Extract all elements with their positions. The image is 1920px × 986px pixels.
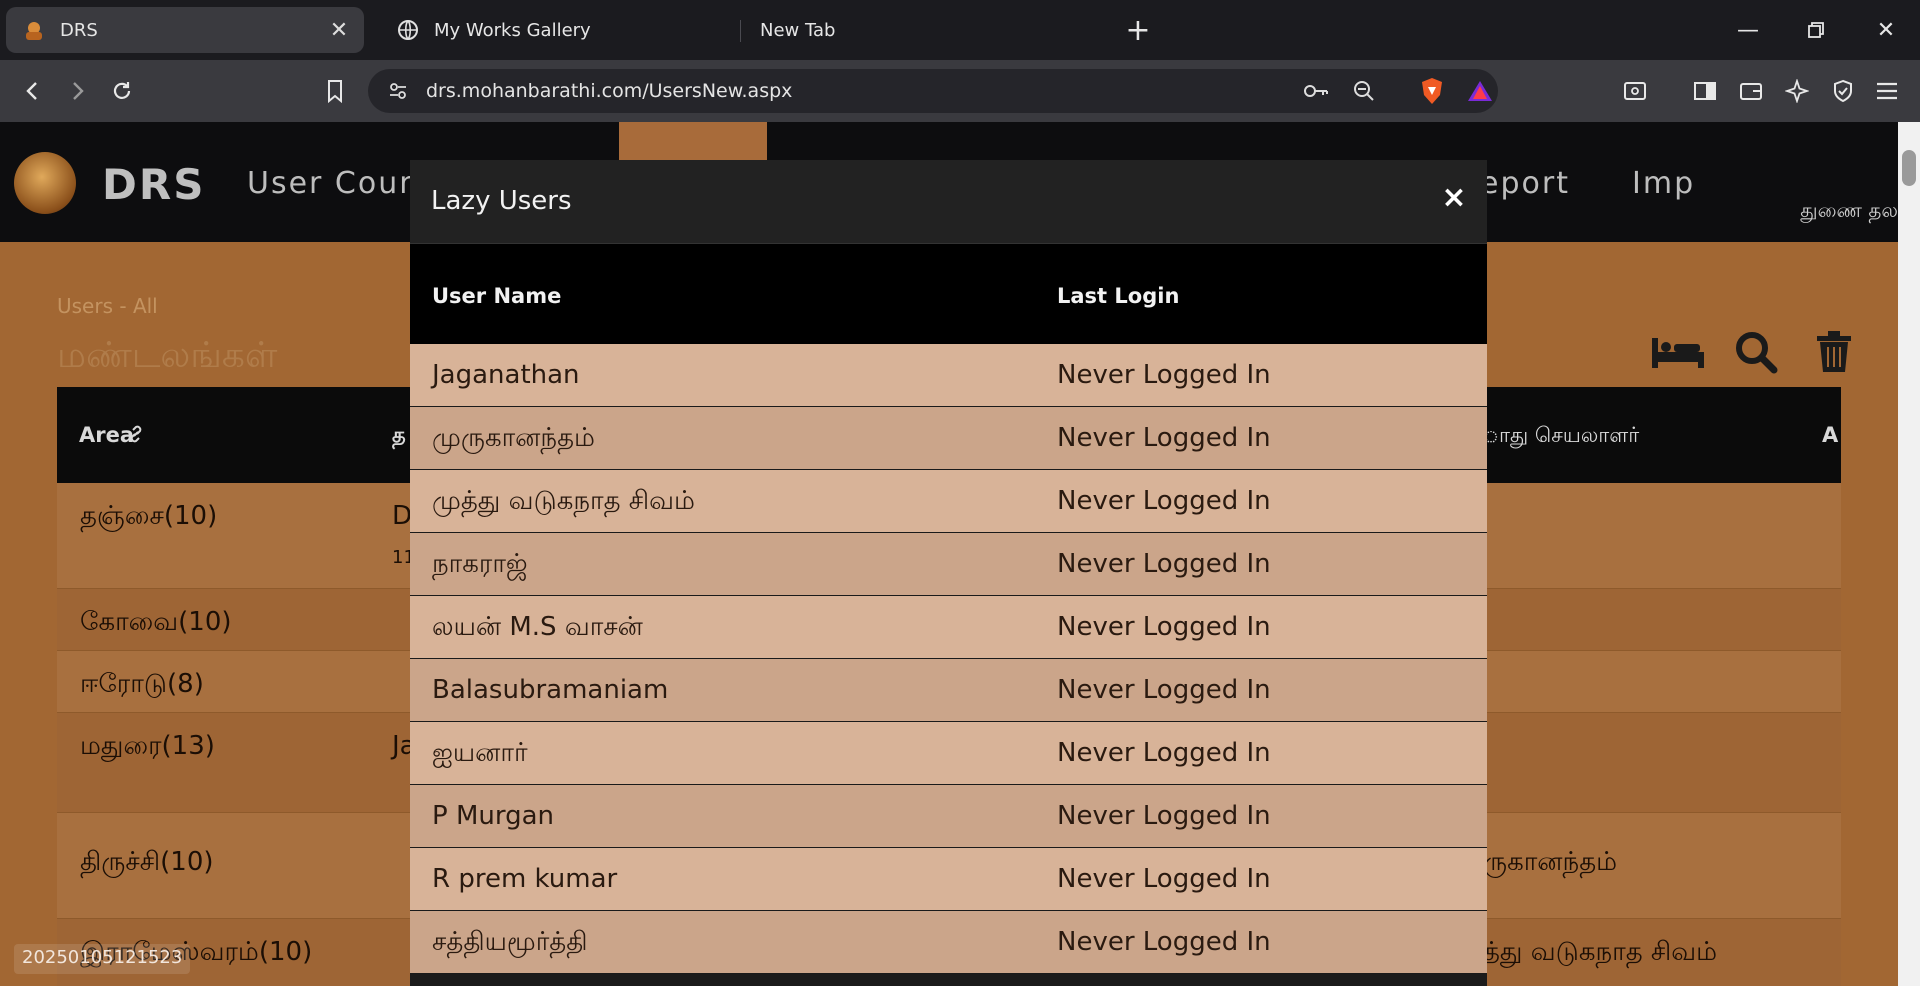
leo-ai-icon[interactable] [1778, 72, 1816, 110]
table-row[interactable]: ஐயனார் Never Logged In [410, 722, 1487, 785]
brave-shield-icon[interactable] [1416, 75, 1448, 107]
users-table-header: User Name Last Login [410, 244, 1487, 344]
table-row[interactable]: முருகானந்தம் Never Logged In [410, 407, 1487, 470]
cell-user-name: சத்தியமூர்த்தி [432, 927, 588, 957]
globe-icon [396, 18, 420, 42]
page-actions [1650, 328, 1862, 376]
col-user-name[interactable]: User Name [432, 284, 561, 308]
col-secretary: ாது செயலாளர் [1483, 423, 1640, 447]
cell-user-name: Balasubramaniam [432, 675, 669, 705]
table-row[interactable]: Jaganathan Never Logged In [410, 344, 1487, 407]
tab-my-works-gallery[interactable]: My Works Gallery [380, 7, 740, 53]
cell-last-login: Never Logged In [1057, 864, 1271, 894]
cell-area: கோவை(10) [80, 607, 232, 637]
close-icon[interactable]: × [1439, 180, 1469, 215]
bookmark-icon[interactable] [316, 72, 354, 110]
cell-area: மதுரை(13) [80, 731, 215, 761]
cell-secretary: த்து வடுகநாத சிவம் [1483, 937, 1718, 967]
cell-user-name: R prem kumar [432, 864, 618, 894]
tab-new-tab[interactable]: New Tab [740, 7, 1110, 53]
cell-user-name: P Murgan [432, 801, 555, 831]
url-text: drs.mohanbarathi.com/UsersNew.aspx [426, 80, 793, 102]
trash-icon[interactable] [1806, 328, 1862, 376]
tab-title: DRS [60, 19, 98, 41]
cell-user-name: முத்து வடுகநாத சிவம் [432, 486, 695, 516]
timestamp-label: 20250105121523 [14, 944, 191, 974]
modal-header: Lazy Users × [410, 160, 1487, 244]
nav-user-count[interactable]: User Count [247, 166, 434, 201]
site-info-icon[interactable] [382, 75, 414, 107]
sidebar-icon[interactable] [1686, 72, 1724, 110]
cell-user-name: ஐயனார் [432, 738, 528, 768]
restore-icon[interactable] [1786, 8, 1846, 52]
close-window-icon[interactable]: ✕ [1856, 8, 1916, 52]
bed-icon[interactable] [1650, 328, 1706, 376]
link-icon[interactable] [125, 423, 147, 450]
nav-active-indicator [619, 122, 767, 160]
reload-icon[interactable] [103, 72, 141, 110]
cell-user-name: நாகராஜ் [432, 549, 528, 579]
cell-user-name: Jaganathan [432, 360, 580, 390]
tab-title: New Tab [760, 19, 836, 41]
col-second: த [392, 423, 406, 447]
cell-area: திருச்சி(10) [80, 847, 214, 877]
site-brand[interactable]: DRS [102, 160, 205, 209]
cell-last-login: Never Logged In [1057, 612, 1271, 642]
cell-last-login: Never Logged In [1057, 801, 1271, 831]
reading-mode-icon[interactable] [1616, 72, 1654, 110]
users-table-body: Jaganathan Never Logged In முருகானந்தம் … [410, 344, 1487, 974]
search-icon[interactable] [1728, 328, 1784, 376]
cell-last-login: Never Logged In [1057, 927, 1271, 957]
address-bar[interactable]: drs.mohanbarathi.com/UsersNew.aspx [368, 69, 1498, 113]
new-tab-button[interactable]: + [1120, 12, 1156, 48]
col-last-login[interactable]: Last Login [1057, 284, 1179, 308]
drs-favicon-icon [22, 18, 46, 42]
nav-right-text: துணை தல [1800, 198, 1898, 222]
minimize-icon[interactable]: — [1718, 8, 1778, 52]
cell-last-login: Never Logged In [1057, 486, 1271, 516]
nav-report[interactable]: eport [1480, 166, 1570, 201]
forward-icon[interactable] [58, 72, 96, 110]
table-row[interactable]: Balasubramaniam Never Logged In [410, 659, 1487, 722]
cell-last-login: Never Logged In [1057, 549, 1271, 579]
table-row[interactable]: P Murgan Never Logged In [410, 785, 1487, 848]
lazy-users-modal: Lazy Users × User Name Last Login Jagana… [410, 160, 1487, 986]
cell-last-login: Never Logged In [1057, 360, 1271, 390]
page-title: மண்டலங்கள் [57, 335, 278, 376]
cell-user-name: முருகானந்தம் [432, 423, 595, 453]
tab-title: My Works Gallery [434, 19, 591, 41]
menu-icon[interactable] [1868, 72, 1906, 110]
cell-last-login: Never Logged In [1057, 675, 1271, 705]
tab-strip: DRS ✕ My Works Gallery New Tab + — ✕ [0, 0, 1920, 60]
vpn-shield-icon[interactable] [1824, 72, 1862, 110]
zoom-out-icon[interactable] [1348, 75, 1380, 107]
tab-drs[interactable]: DRS ✕ [6, 7, 364, 53]
cell-secretary: ருகானந்தம் [1483, 847, 1618, 877]
page-scrollbar[interactable] [1898, 122, 1920, 986]
page-content: DRS User Count eport Imp துணை தல Users -… [0, 122, 1898, 986]
cell-last-login: Never Logged In [1057, 738, 1271, 768]
modal-title: Lazy Users [431, 186, 572, 216]
table-row[interactable]: R prem kumar Never Logged In [410, 848, 1487, 911]
cell-last-login: Never Logged In [1057, 423, 1271, 453]
browser-toolbar: drs.mohanbarathi.com/UsersNew.aspx [0, 60, 1920, 122]
cell-area: ஈரோடு(8) [80, 669, 204, 699]
cell-area: தஞ்சை(10) [80, 501, 218, 531]
rewards-triangle-icon[interactable] [1464, 75, 1496, 107]
table-row[interactable]: முத்து வடுகநாத சிவம் Never Logged In [410, 470, 1487, 533]
close-tab-icon[interactable]: ✕ [326, 17, 352, 43]
key-icon[interactable] [1300, 75, 1332, 107]
cell-user-name: லயன் M.S வாசன் [432, 612, 643, 642]
table-row[interactable]: சத்தியமூர்த்தி Never Logged In [410, 911, 1487, 974]
scrollbar-thumb[interactable] [1902, 150, 1916, 186]
table-row[interactable]: லயன் M.S வாசன் Never Logged In [410, 596, 1487, 659]
col-action: A [1822, 423, 1839, 447]
nav-imp[interactable]: Imp [1632, 166, 1695, 201]
table-row[interactable]: நாகராஜ் Never Logged In [410, 533, 1487, 596]
site-logo[interactable] [14, 152, 76, 214]
wallet-icon[interactable] [1732, 72, 1770, 110]
breadcrumb[interactable]: Users - All [57, 294, 158, 318]
back-icon[interactable] [14, 72, 52, 110]
